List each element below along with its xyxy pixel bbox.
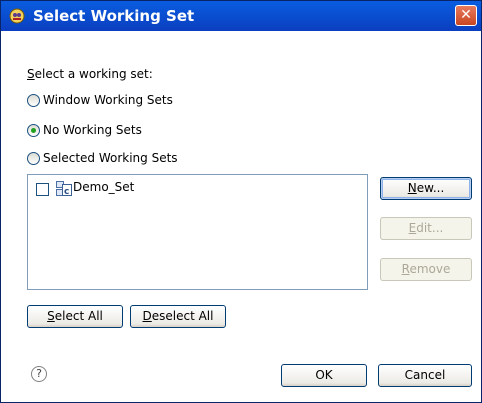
list-item-label: Demo_Set — [73, 180, 135, 194]
radio-button[interactable] — [27, 124, 40, 137]
dialog-window: Select Working Set ✕ Select a working se… — [0, 0, 482, 403]
radio-label: Selected Working Sets — [43, 151, 178, 165]
title-bar[interactable]: Select Working Set ✕ — [1, 1, 481, 31]
help-icon[interactable]: ? — [31, 366, 47, 382]
radio-label: Window Working Sets — [43, 93, 173, 107]
remove-button[interactable]: Remove — [380, 258, 472, 281]
section-label: Select a working set: — [27, 67, 153, 81]
cancel-button[interactable]: Cancel — [378, 364, 472, 387]
close-button[interactable]: ✕ — [455, 5, 477, 26]
deselect-all-button[interactable]: Deselect All — [130, 305, 226, 328]
svg-text:c: c — [64, 187, 69, 197]
radio-button[interactable] — [27, 152, 40, 165]
list-item-checkbox[interactable] — [36, 183, 49, 196]
select-all-button[interactable]: Select All — [27, 305, 123, 328]
edit-button[interactable]: Edit... — [380, 217, 472, 240]
new-button[interactable]: New... — [380, 177, 472, 200]
dialog-content: Select a working set: Window Working Set… — [1, 31, 481, 402]
ok-button[interactable]: OK — [281, 364, 367, 387]
radio-label: No Working Sets — [43, 123, 142, 137]
working-set-icon: c — [56, 181, 72, 197]
radio-button[interactable] — [27, 94, 40, 107]
close-icon: ✕ — [460, 7, 472, 23]
working-set-list[interactable]: c Demo_Set — [27, 174, 368, 290]
window-title: Select Working Set — [33, 7, 195, 25]
eclipse-app-icon — [9, 8, 25, 24]
